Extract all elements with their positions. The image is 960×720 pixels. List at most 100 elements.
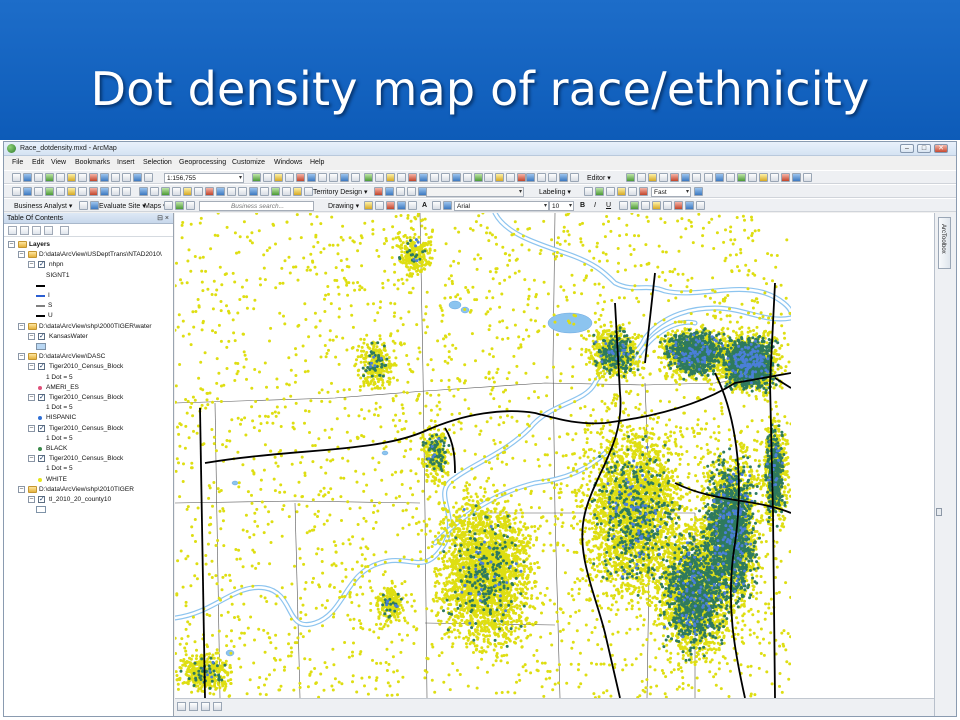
toolbar-tool-icon[interactable] bbox=[296, 173, 305, 182]
toc-row[interactable] bbox=[4, 505, 174, 515]
toolbar-tool-icon[interactable] bbox=[194, 187, 203, 196]
toolbar-tool-icon[interactable] bbox=[293, 187, 302, 196]
layer-visibility-checkbox[interactable]: ✓ bbox=[38, 332, 45, 340]
toolbar-tool-icon[interactable] bbox=[252, 173, 261, 182]
evaluate-site-menu[interactable]: Evaluate Site ▾ bbox=[99, 202, 146, 210]
dot-density-map[interactable] bbox=[175, 213, 791, 698]
toolbar-tool-icon[interactable] bbox=[263, 173, 272, 182]
toc-row[interactable]: 1 Dot = 5 bbox=[4, 403, 174, 413]
toolbar-tool-icon[interactable] bbox=[150, 187, 159, 196]
toolbar-tool-icon[interactable] bbox=[432, 201, 441, 210]
toolbar-tool-icon[interactable] bbox=[304, 187, 313, 196]
toc-row[interactable]: – Layers bbox=[4, 240, 174, 250]
toc-row[interactable]: – ✓ tl_2010_20_county10 bbox=[4, 495, 174, 505]
toolbar-tool-icon[interactable] bbox=[90, 201, 99, 210]
toolbar-tool-icon[interactable] bbox=[652, 201, 661, 210]
toolbar-tool-icon[interactable] bbox=[681, 173, 690, 182]
toolbar-tool-icon[interactable] bbox=[374, 187, 383, 196]
toolbar-tool-icon[interactable] bbox=[737, 173, 746, 182]
toolbar-tool-icon[interactable] bbox=[79, 201, 88, 210]
toc-row[interactable]: 1 Dot = 5 bbox=[4, 464, 174, 474]
toolbar-tool-icon[interactable] bbox=[704, 173, 713, 182]
collapse-icon[interactable]: – bbox=[28, 424, 35, 432]
toc-row[interactable]: – ✓ nhpn bbox=[4, 260, 174, 270]
toolbar-tool-icon[interactable] bbox=[56, 187, 65, 196]
toolbar-tool-icon[interactable] bbox=[133, 173, 142, 182]
toolbar-tool-icon[interactable] bbox=[803, 173, 812, 182]
toolbar-tool-icon[interactable] bbox=[307, 173, 316, 182]
collapse-icon[interactable]: – bbox=[18, 353, 25, 361]
menu-view[interactable]: View bbox=[51, 159, 66, 166]
toolbar-tool-icon[interactable] bbox=[386, 201, 395, 210]
toc-row[interactable]: SIGNT1 bbox=[4, 271, 174, 281]
toolbar-tool-icon[interactable] bbox=[692, 173, 701, 182]
toolbar-tool-icon[interactable] bbox=[648, 173, 657, 182]
editor-menu[interactable]: Editor ▾ bbox=[587, 174, 611, 182]
layer-visibility-checkbox[interactable]: ✓ bbox=[38, 363, 45, 371]
collapse-icon[interactable]: – bbox=[18, 322, 25, 330]
menu-windows[interactable]: Windows bbox=[274, 159, 302, 166]
toolbar-tool-icon[interactable] bbox=[271, 187, 280, 196]
toolbar-tool-icon[interactable] bbox=[419, 173, 428, 182]
toolbar-tool-icon[interactable] bbox=[570, 173, 579, 182]
toc-row[interactable]: AMERI_ES bbox=[4, 383, 174, 393]
toolbar-tool-icon[interactable] bbox=[23, 187, 32, 196]
toolbar-tool-icon[interactable] bbox=[45, 173, 54, 182]
toolbar-tool-icon[interactable] bbox=[694, 187, 703, 196]
map-view[interactable] bbox=[175, 213, 791, 698]
toolbar-tool-icon[interactable] bbox=[249, 187, 258, 196]
toolbar-tool-icon[interactable] bbox=[183, 187, 192, 196]
toolbar-tool-icon[interactable] bbox=[559, 173, 568, 182]
drawing-menu[interactable]: Drawing ▾ bbox=[328, 202, 359, 210]
toolbar-tool-icon[interactable] bbox=[175, 201, 184, 210]
menu-customize[interactable]: Customize bbox=[232, 159, 265, 166]
toolbar-tool-icon[interactable] bbox=[56, 173, 65, 182]
maximize-button[interactable]: □ bbox=[917, 144, 931, 153]
collapse-icon[interactable]: – bbox=[28, 332, 35, 340]
toolbar-tool-icon[interactable] bbox=[144, 173, 153, 182]
menu-insert[interactable]: Insert bbox=[117, 159, 135, 166]
list-by-selection-icon[interactable] bbox=[44, 226, 53, 235]
toolbar-tool-icon[interactable] bbox=[274, 173, 283, 182]
font-name-select[interactable]: Arial ▾ bbox=[454, 201, 549, 211]
toolbar-tool-icon[interactable] bbox=[164, 201, 173, 210]
collapse-icon[interactable]: – bbox=[18, 485, 25, 493]
layer-visibility-checkbox[interactable]: ✓ bbox=[38, 261, 45, 269]
toolbar-tool-icon[interactable] bbox=[78, 187, 87, 196]
toolbar-tool-icon[interactable] bbox=[659, 173, 668, 182]
toc-row[interactable]: – ✓ Tiger2010_Census_Block bbox=[4, 424, 174, 434]
toolbar-tool-icon[interactable] bbox=[100, 187, 109, 196]
toc-row[interactable]: – ✓ KansasWater bbox=[4, 332, 174, 342]
toolbar-tool-icon[interactable] bbox=[172, 187, 181, 196]
menu-bookmarks[interactable]: Bookmarks bbox=[75, 159, 110, 166]
menu-selection[interactable]: Selection bbox=[143, 159, 172, 166]
toolbar-tool-icon[interactable] bbox=[122, 187, 131, 196]
menu-edit[interactable]: Edit bbox=[32, 159, 44, 166]
territory-design-menu[interactable]: Territory Design ▾ bbox=[313, 188, 367, 196]
list-by-source-icon[interactable] bbox=[20, 226, 29, 235]
toolbar-tool-icon[interactable] bbox=[495, 173, 504, 182]
toolbar-tool-icon[interactable] bbox=[407, 187, 416, 196]
label-quality-select[interactable]: Fast ▾ bbox=[651, 187, 691, 197]
toc-row[interactable] bbox=[4, 281, 174, 291]
toolbar-tool-icon[interactable] bbox=[463, 173, 472, 182]
toolbar-tool-icon[interactable] bbox=[89, 173, 98, 182]
toolbar-tool-icon[interactable] bbox=[396, 187, 405, 196]
layer-dropdown[interactable]: ▾ bbox=[426, 187, 524, 197]
toc-row[interactable]: U bbox=[4, 311, 174, 321]
toolbar-tool-icon[interactable] bbox=[89, 187, 98, 196]
toc-row[interactable] bbox=[4, 342, 174, 352]
toolbar-tool-icon[interactable] bbox=[34, 173, 43, 182]
toc-pin-close-icon[interactable]: ⊟ × bbox=[157, 214, 169, 222]
toolbar-tool-icon[interactable] bbox=[216, 187, 225, 196]
toolbar-tool-icon[interactable] bbox=[23, 173, 32, 182]
toolbar-tool-icon[interactable] bbox=[759, 173, 768, 182]
toolbar-tool-icon[interactable] bbox=[408, 173, 417, 182]
toolbar-tool-icon[interactable] bbox=[674, 201, 683, 210]
business-search-input[interactable]: Business search... bbox=[199, 201, 314, 211]
toolbar-tool-icon[interactable] bbox=[584, 187, 593, 196]
toolbar-tool-icon[interactable] bbox=[318, 173, 327, 182]
toolbar-tool-icon[interactable] bbox=[628, 187, 637, 196]
toc-row[interactable]: 1 Dot = 5 bbox=[4, 373, 174, 383]
toolbar-tool-icon[interactable] bbox=[186, 201, 195, 210]
